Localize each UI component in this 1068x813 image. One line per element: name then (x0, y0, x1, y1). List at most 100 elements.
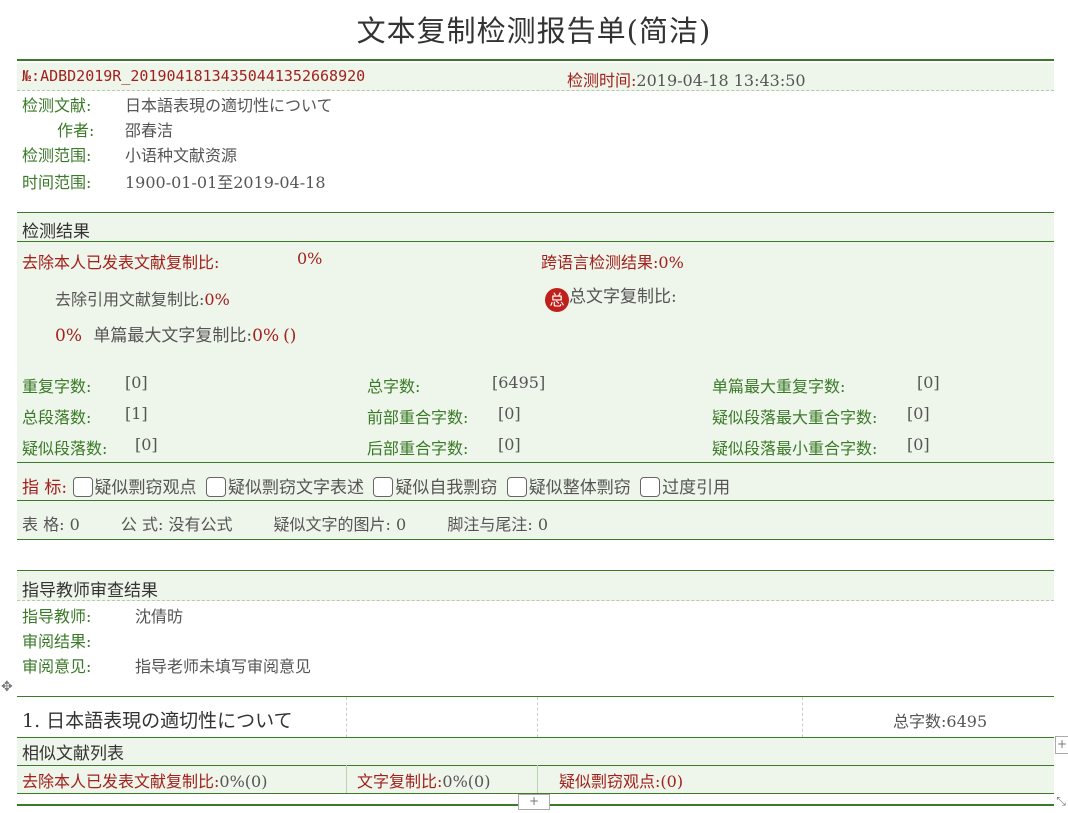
stat-label: 疑似段落最大重合字数: (712, 408, 878, 427)
stat-label: 总字数: (367, 377, 421, 396)
stat-label: 总段落数: (22, 408, 92, 427)
stat-label: 前部重合字数: (367, 408, 469, 427)
single-max: 0% 单篇最大文字复制比:0%() (55, 321, 296, 346)
section-divider (346, 697, 347, 737)
stat-label: 疑似段落数: (22, 439, 108, 458)
citation-excluded: 去除引用文献复制比:0% (55, 286, 230, 310)
similar-divider (346, 765, 347, 793)
similar-self-excluded-label: 去除本人已发表文献复制比: (22, 772, 220, 791)
similar-plagiarism-value: (0) (660, 772, 684, 791)
indicator-checkbox[interactable]: 疑似自我剽窃 (373, 477, 498, 498)
time-range-label: 时间范围: (22, 173, 92, 192)
resize-icon[interactable]: ⤡ (1055, 795, 1067, 807)
review-result-label: 审阅结果: (22, 632, 92, 651)
review-opinion-value: 指导老师未填写审阅意见 (135, 657, 312, 676)
add-column-icon[interactable]: + (1055, 736, 1068, 754)
section-divider (802, 697, 803, 737)
section-total-words: 总字数:6495 (893, 708, 987, 732)
stat-label: 单篇最大重复字数: (712, 377, 846, 396)
detect-time-label: 检测时间: (567, 71, 637, 90)
total-badge-icon: 总 (545, 288, 569, 312)
cross-language-label: 跨语言检测结果: (541, 253, 659, 272)
single-max-value: 0% (252, 326, 280, 346)
checkbox-icon[interactable] (72, 477, 93, 497)
similar-divider (537, 765, 538, 793)
table-count-value: 0 (69, 515, 80, 534)
citation-excluded-label: 去除引用文献复制比: (55, 290, 205, 309)
report-title: 文本复制检测报告单(简洁) (356, 14, 712, 48)
indicator-option: 过度引用 (662, 478, 731, 498)
scope-value: 小语种文献资源 (125, 146, 238, 165)
misc-row: 表 格: 0 公 式: 没有公式 疑似文字的图片: 0 脚注与尾注: 0 (22, 511, 548, 535)
total-copy: 总总文字复制比: (545, 282, 677, 312)
author-label: 作者: (57, 121, 95, 140)
results-heading-rule (17, 241, 1054, 242)
stat-label: 疑似段落最小重合字数: (712, 439, 878, 458)
total-copy-value: 0% (55, 326, 82, 346)
checkbox-icon[interactable] (373, 477, 394, 497)
indicator-option: 疑似整体剽窃 (528, 478, 631, 498)
checkbox-icon[interactable] (506, 477, 527, 497)
similar-copy-ratio-label: 文字复制比: (357, 772, 443, 791)
report-number-label: №: (22, 67, 41, 85)
total-copy-label: 总文字复制比: (569, 287, 677, 307)
stat-value: [6495] (492, 373, 546, 392)
image-value: 0 (396, 515, 407, 534)
cross-language-result: 跨语言检测结果:0% (541, 249, 684, 273)
stat-value: [1] (125, 404, 148, 423)
stat-value: [0] (125, 373, 148, 392)
footnote-label: 脚注与尾注: (447, 515, 533, 534)
stat-value: [0] (498, 404, 521, 423)
section-total-words-value: 6495 (946, 712, 988, 731)
section-title: 1. 日本語表現の適切性について (22, 710, 293, 732)
indicator-option: 疑似自我剽窃 (395, 478, 498, 498)
teacher-name-label: 指导教师: (22, 607, 92, 626)
indicator-checkbox[interactable]: 疑似整体剽窃 (506, 477, 631, 498)
indicator-bottom-rule (17, 500, 1054, 501)
indicator-top-rule (17, 462, 1054, 463)
stat-value: [0] (917, 373, 940, 392)
author-value: 邵春洁 (125, 121, 174, 140)
section-divider (537, 697, 538, 737)
similar-plagiarism: 疑似剽窃观点:(0) (559, 768, 683, 792)
indicator-checkbox[interactable]: 疑似剽窃文字表述 (205, 477, 364, 498)
self-excluded-value: 0% (297, 249, 323, 268)
header-top-rule (17, 59, 1054, 61)
section-total-words-label: 总字数: (893, 712, 947, 731)
teacher-band (17, 570, 1054, 601)
scope-label: 检测范围: (22, 146, 92, 165)
stat-value: [0] (498, 435, 521, 454)
formula-label: 公 式: (120, 515, 164, 534)
similar-copy-ratio-value: 0%(0) (442, 772, 491, 791)
checkbox-icon[interactable] (205, 477, 226, 497)
similar-self-excluded-value: 0%(0) (219, 772, 268, 791)
report-number: №:ADBD2019R_20190418134350441352668920 (22, 67, 365, 85)
table-move-icon[interactable]: ✥ (1, 680, 15, 694)
stat-label: 后部重合字数: (367, 439, 469, 458)
single-max-label: 单篇最大文字复制比: (93, 326, 253, 346)
similar-self-excluded: 去除本人已发表文献复制比:0%(0) (22, 768, 267, 792)
teacher-heading: 指导教师审查结果 (22, 581, 158, 601)
stat-value: [0] (907, 435, 930, 454)
indicator-option: 疑似剽窃文字表述 (227, 478, 364, 498)
checkbox-icon[interactable] (640, 477, 661, 497)
indicator-checkbox[interactable]: 过度引用 (640, 477, 731, 498)
formula-value: 没有公式 (168, 515, 233, 534)
similar-band (17, 737, 1054, 766)
citation-excluded-value: 0% (204, 290, 230, 309)
indicator-option: 疑似剽窃观点 (94, 478, 197, 498)
stat-value: [0] (907, 404, 930, 423)
single-max-paren: () (283, 326, 297, 346)
review-opinion-label: 审阅意见: (22, 657, 92, 676)
footnote-value: 0 (537, 515, 549, 534)
teacher-name-value: 沈倩昉 (135, 607, 184, 626)
add-row-icon[interactable]: + (518, 794, 550, 810)
time-range-value: 1900-01-01至2019-04-18 (125, 173, 326, 192)
similar-heading: 相似文献列表 (22, 744, 124, 764)
indicator-label: 指 标: (22, 478, 68, 498)
doc-value: 日本語表現の適切性について (125, 96, 333, 115)
indicator-row: 指 标: 疑似剽窃观点 疑似剽窃文字表述 疑似自我剽窃 疑似整体剽窃 过度引用 (22, 473, 730, 498)
indicator-checkbox[interactable]: 疑似剽窃观点 (72, 477, 197, 498)
results-heading: 检测结果 (22, 222, 90, 242)
detect-time: 检测时间:2019-04-18 13:43:50 (567, 67, 806, 91)
